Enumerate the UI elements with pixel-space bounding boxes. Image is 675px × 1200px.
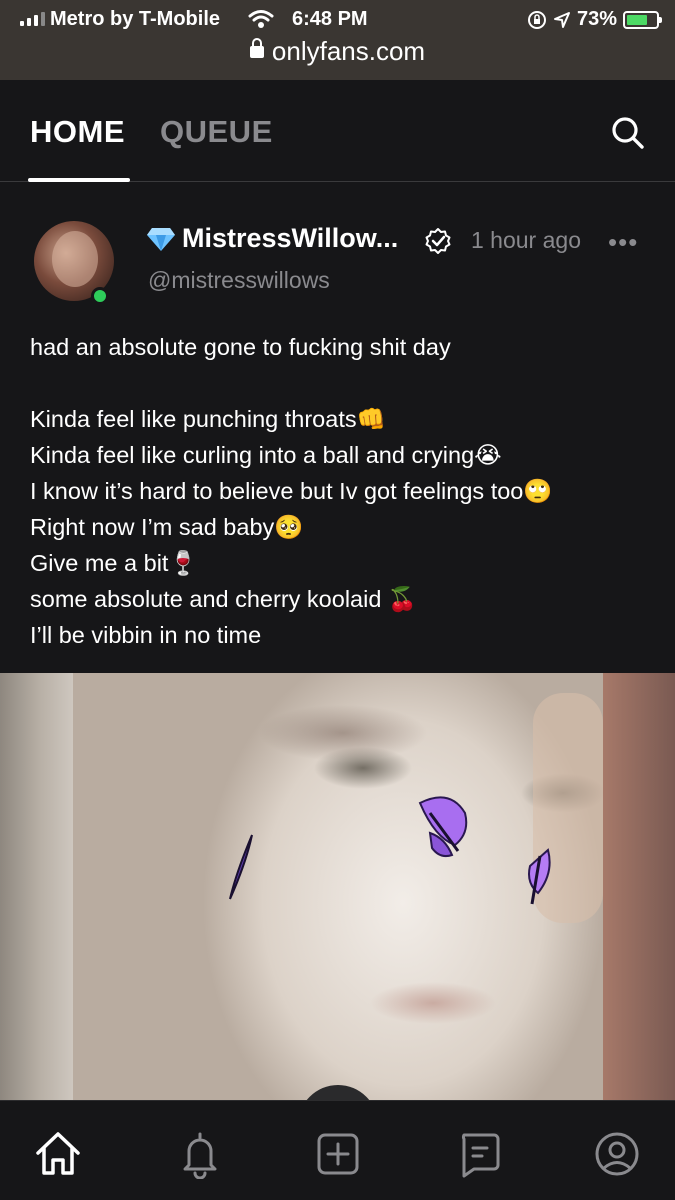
bottom-nav: [0, 1100, 675, 1200]
post-text-line: Give me a bit🍷: [30, 550, 198, 576]
home-icon[interactable]: [33, 1129, 83, 1179]
post-text-line: Kinda feel like punching throats👊: [30, 406, 386, 432]
butterfly-sticker: [418, 796, 468, 858]
clock: 6:48 PM: [292, 8, 368, 30]
location-icon: [553, 11, 570, 28]
post-text-line: I’ll be vibbin in no time: [30, 622, 262, 648]
more-options-button[interactable]: •••: [608, 227, 638, 258]
post-text-line: Right now I’m sad baby🥺: [30, 514, 304, 540]
post-text-line: I know it’s hard to believe but Iv got f…: [30, 478, 553, 504]
messages-icon[interactable]: [454, 1129, 504, 1179]
post-text-line: had an absolute gone to fucking shit day: [30, 334, 451, 360]
search-icon[interactable]: [611, 116, 645, 150]
active-tab-indicator: [28, 178, 130, 182]
post-text-line: some absolute and cherry koolaid 🍒: [30, 586, 418, 612]
signal-icon: [20, 12, 45, 26]
post-text-line: [30, 365, 650, 401]
post-card: MistressWillow... 1 hour ago ••• @mistre…: [0, 183, 675, 673]
address-bar[interactable]: onlyfans.com: [0, 36, 675, 67]
status-bar: Metro by T-Mobile 6:48 PM 73% onlyfans.c…: [0, 0, 675, 80]
url-text: onlyfans.com: [271, 36, 426, 66]
rotation-lock-icon: [527, 10, 546, 29]
post-media[interactable]: [0, 673, 675, 1100]
wifi-icon: [248, 10, 274, 28]
battery-percent: 73%: [576, 8, 617, 30]
top-nav: HOME QUEUE: [0, 80, 675, 182]
diamond-icon: [147, 227, 175, 251]
profile-icon[interactable]: [592, 1129, 642, 1179]
post-body: had an absolute gone to fucking shit day…: [30, 329, 650, 653]
tab-queue[interactable]: QUEUE: [160, 114, 273, 150]
post-text-line: Kinda feel like curling into a ball and …: [30, 442, 502, 468]
user-handle[interactable]: @mistresswillows: [148, 267, 330, 294]
online-status-dot: [91, 287, 109, 305]
bell-icon[interactable]: [175, 1129, 225, 1179]
post-timestamp: 1 hour ago: [471, 227, 581, 253]
lock-icon: [249, 38, 264, 58]
post-author[interactable]: MistressWillow...: [146, 223, 398, 254]
butterfly-sticker: [528, 848, 551, 905]
tab-home[interactable]: HOME: [30, 114, 125, 150]
carrier-label: Metro by T-Mobile: [50, 8, 220, 30]
battery-icon: [623, 10, 662, 29]
add-post-icon[interactable]: [313, 1129, 363, 1179]
verified-badge-icon: [425, 228, 451, 254]
display-name[interactable]: MistressWillow...: [182, 223, 398, 254]
butterfly-sticker: [229, 834, 253, 900]
